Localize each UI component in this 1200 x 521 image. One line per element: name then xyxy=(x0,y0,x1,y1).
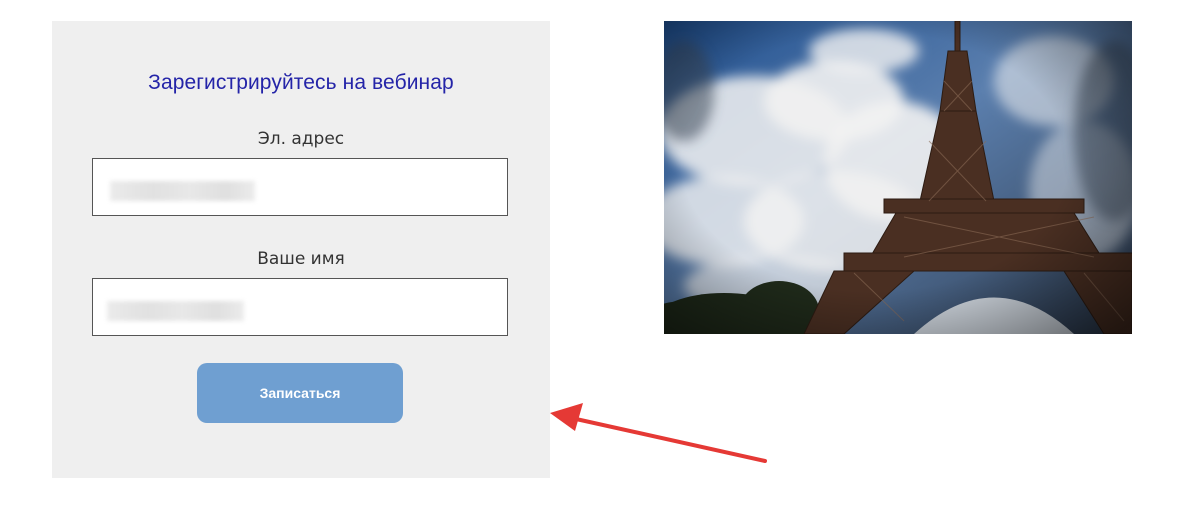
name-value-redacted xyxy=(107,301,244,321)
webinar-registration-form: Зарегистрируйтесь на вебинар Эл. адрес В… xyxy=(52,21,550,478)
email-label: Эл. адрес xyxy=(257,129,345,149)
name-label: Ваше имя xyxy=(257,249,345,269)
submit-button[interactable]: Записаться xyxy=(197,363,403,423)
red-arrow-icon xyxy=(550,403,767,463)
eiffel-tower-photo xyxy=(664,21,1132,334)
page: Зарегистрируйтесь на вебинар Эл. адрес В… xyxy=(0,0,1200,521)
form-title: Зарегистрируйтесь на вебинар xyxy=(148,71,454,94)
email-value-redacted xyxy=(110,181,255,201)
